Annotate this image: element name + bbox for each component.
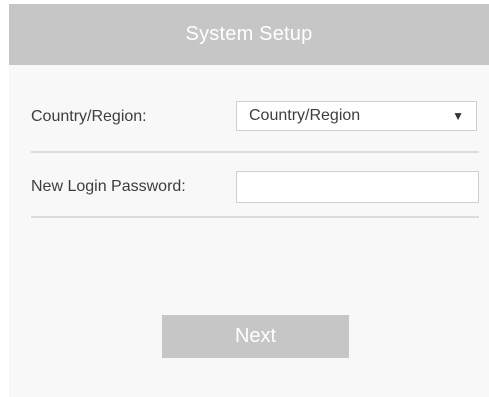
system-setup-window: System Setup Country/Region: Country/Reg… <box>0 0 489 397</box>
country-region-selected-value: Country/Region <box>249 107 361 124</box>
divider-country <box>31 151 479 153</box>
new-login-password-input[interactable] <box>236 171 479 203</box>
country-region-label: Country/Region: <box>31 108 147 125</box>
next-button[interactable]: Next <box>162 315 349 358</box>
caret-down-icon: ▼ <box>452 109 464 123</box>
divider-password <box>31 216 479 218</box>
setup-panel: System Setup Country/Region: Country/Reg… <box>9 4 489 397</box>
country-region-select[interactable]: Country/Region ▼ <box>236 101 477 131</box>
page-title: System Setup <box>185 23 313 45</box>
header-bar: System Setup <box>9 4 489 65</box>
new-login-password-label: New Login Password: <box>31 178 186 195</box>
